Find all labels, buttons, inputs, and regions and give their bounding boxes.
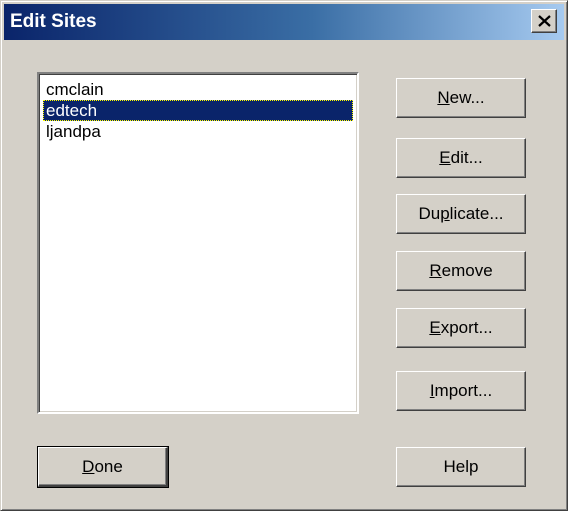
remove-button-label-post: emove xyxy=(441,261,493,280)
help-button-label: Help xyxy=(443,457,479,476)
export-button[interactable]: Export... xyxy=(396,308,526,348)
edit-button-label-post: dit... xyxy=(450,148,483,167)
export-button-label-post: xport... xyxy=(440,318,493,337)
done-button-accel: D xyxy=(82,456,95,476)
list-item[interactable]: cmclain xyxy=(43,79,353,100)
list-item[interactable]: edtech xyxy=(43,100,353,121)
import-button-label-post: mport... xyxy=(434,381,493,400)
duplicate-button-label-post: licate... xyxy=(449,204,504,223)
new-button-accel: N xyxy=(437,88,450,107)
title-bar[interactable]: Edit Sites xyxy=(4,4,564,40)
remove-button-accel: R xyxy=(429,261,442,280)
edit-sites-dialog: Edit Sites cmclain edtech ljandpa New...… xyxy=(0,0,568,511)
help-button[interactable]: Help xyxy=(396,447,526,487)
new-button-label-post: ew... xyxy=(449,88,485,107)
duplicate-button-label-pre: Du xyxy=(418,204,441,223)
import-button[interactable]: Import... xyxy=(396,371,526,411)
sites-listbox[interactable]: cmclain edtech ljandpa xyxy=(37,72,359,414)
duplicate-button[interactable]: Du p licate... xyxy=(396,194,526,234)
edit-button[interactable]: Edit... xyxy=(396,138,526,178)
done-button-label-post: one xyxy=(94,456,123,476)
export-button-accel: E xyxy=(429,318,441,337)
window-title: Edit Sites xyxy=(10,11,97,32)
close-icon xyxy=(538,15,551,27)
list-item[interactable]: ljandpa xyxy=(43,121,353,142)
edit-button-accel: E xyxy=(439,148,451,167)
duplicate-button-accel: p xyxy=(440,204,450,223)
done-button[interactable]: Done xyxy=(37,446,169,488)
close-button[interactable] xyxy=(531,9,557,33)
new-button[interactable]: New... xyxy=(396,78,526,118)
remove-button[interactable]: Remove xyxy=(396,251,526,291)
